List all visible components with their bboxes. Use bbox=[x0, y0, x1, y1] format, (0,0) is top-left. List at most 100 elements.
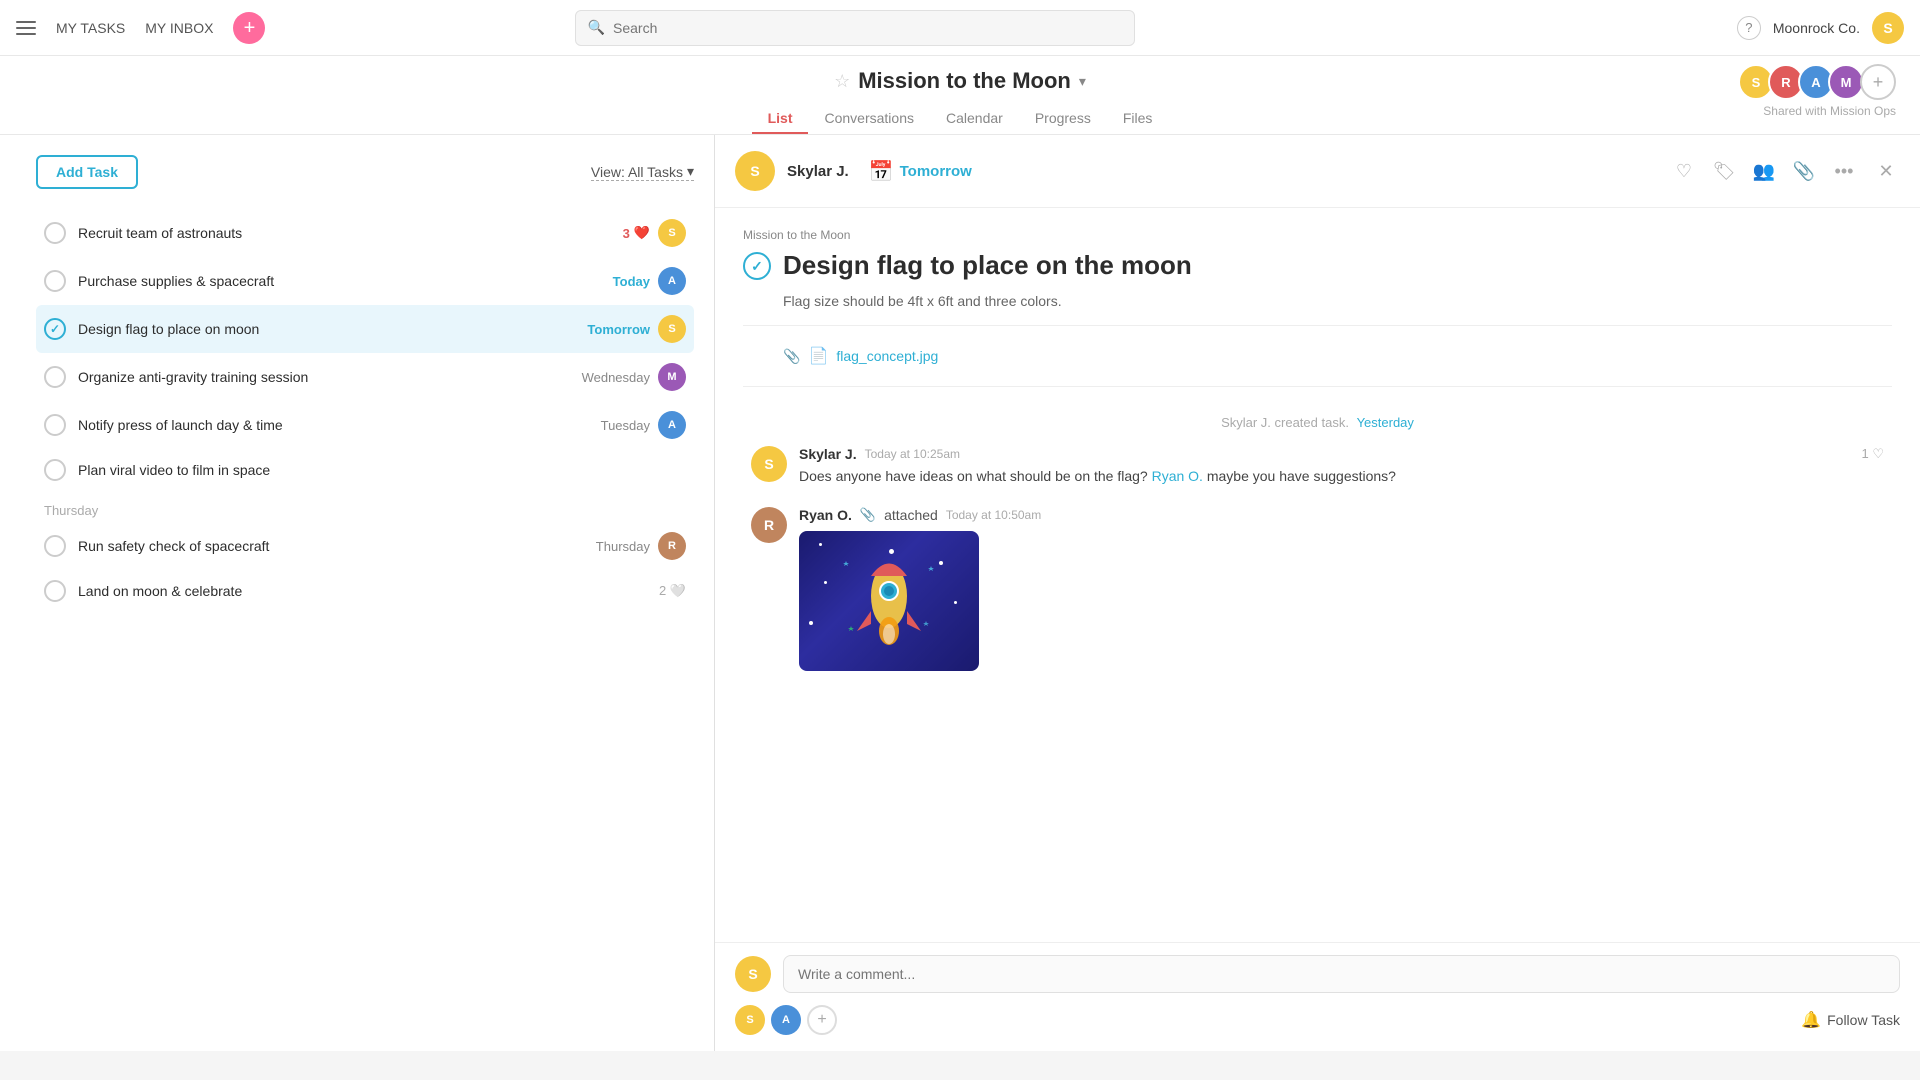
msg-likes-1[interactable]: 1 ♡ bbox=[1862, 446, 1885, 462]
task-checkbox-7[interactable] bbox=[44, 535, 66, 557]
more-action-button[interactable]: ••• bbox=[1828, 155, 1860, 187]
rocket-svg bbox=[829, 546, 949, 656]
member-avatar-4[interactable]: M bbox=[1828, 64, 1864, 100]
nav-left: MY TASKS MY INBOX + bbox=[16, 12, 265, 44]
search-bar[interactable]: 🔍 bbox=[575, 10, 1135, 46]
comment-followers: S A + bbox=[735, 1005, 837, 1035]
task-checkbox-1[interactable] bbox=[44, 222, 66, 244]
calendar-icon: 📅 bbox=[869, 159, 894, 184]
search-icon: 🔍 bbox=[588, 19, 605, 36]
task-checkbox-4[interactable] bbox=[44, 366, 66, 388]
add-follower-button[interactable]: + bbox=[807, 1005, 837, 1035]
tab-progress[interactable]: Progress bbox=[1019, 102, 1107, 134]
task-checkbox-5[interactable] bbox=[44, 414, 66, 436]
task-meta-8: 2 🤍 bbox=[659, 583, 686, 599]
detail-task-title: Design flag to place on the moon bbox=[783, 250, 1192, 281]
task-item[interactable]: Run safety check of spacecraft Thursday … bbox=[36, 522, 694, 570]
task-date-4: Wednesday bbox=[582, 370, 650, 385]
task-checkbox-3[interactable] bbox=[44, 318, 66, 340]
top-nav: MY TASKS MY INBOX + 🔍 ? Moonrock Co. S bbox=[0, 0, 1920, 56]
task-date-5: Tuesday bbox=[601, 418, 650, 433]
task-item[interactable]: Organize anti-gravity training session W… bbox=[36, 353, 694, 401]
view-filter-chevron: ▾ bbox=[687, 163, 694, 180]
task-item[interactable]: Recruit team of astronauts 3 ❤️ S bbox=[36, 209, 694, 257]
task-checkbox-6[interactable] bbox=[44, 459, 66, 481]
detail-task-check[interactable] bbox=[743, 252, 771, 280]
msg-content-1: Skylar J. Today at 10:25am 1 ♡ Does anyo… bbox=[799, 446, 1884, 487]
view-filter-label: View: All Tasks bbox=[591, 164, 683, 180]
add-member-button[interactable]: + bbox=[1860, 64, 1896, 100]
msg-header-1: Skylar J. Today at 10:25am 1 ♡ bbox=[799, 446, 1884, 462]
task-meta-5: Tuesday A bbox=[601, 411, 686, 439]
detail-due[interactable]: 📅 Tomorrow bbox=[869, 159, 972, 184]
org-name: Moonrock Co. bbox=[1773, 20, 1860, 36]
task-list-panel: Add Task View: All Tasks ▾ Recruit team … bbox=[0, 135, 715, 1051]
user-avatar[interactable]: S bbox=[1872, 12, 1904, 44]
task-item[interactable]: Land on moon & celebrate 2 🤍 bbox=[36, 570, 694, 612]
task-checkbox-2[interactable] bbox=[44, 270, 66, 292]
my-inbox-link[interactable]: MY INBOX bbox=[145, 20, 213, 36]
main-content: Add Task View: All Tasks ▾ Recruit team … bbox=[0, 135, 1920, 1051]
detail-header: S Skylar J. 📅 Tomorrow ♡ 🏷 👥 📎 ••• ✕ bbox=[715, 135, 1920, 208]
hamburger-menu[interactable] bbox=[16, 21, 36, 35]
task-name-5: Notify press of launch day & time bbox=[78, 417, 589, 433]
add-task-button[interactable]: Add Task bbox=[36, 155, 138, 189]
member-avatars: S R A M + bbox=[1738, 64, 1896, 100]
tab-list[interactable]: List bbox=[752, 102, 809, 134]
heart-action-button[interactable]: ♡ bbox=[1668, 155, 1700, 187]
detail-task-desc: Flag size should be 4ft x 6ft and three … bbox=[783, 293, 1892, 309]
comment-footer: S S A + 🔔 Follow Task bbox=[715, 942, 1920, 1051]
task-item[interactable]: Notify press of launch day & time Tuesda… bbox=[36, 401, 694, 449]
task-date-7: Thursday bbox=[596, 539, 650, 554]
shared-label: Shared with Mission Ops bbox=[1763, 104, 1896, 118]
task-name-3: Design flag to place on moon bbox=[78, 321, 575, 337]
commenter-avatar: S bbox=[735, 956, 771, 992]
add-button[interactable]: + bbox=[233, 12, 265, 44]
star-icon[interactable]: ☆ bbox=[834, 71, 850, 92]
follow-task-label: Follow Task bbox=[1827, 1012, 1900, 1028]
task-name-4: Organize anti-gravity training session bbox=[78, 369, 570, 385]
project-header: ☆ Mission to the Moon ▾ List Conversatio… bbox=[0, 56, 1920, 135]
tab-conversations[interactable]: Conversations bbox=[808, 102, 930, 134]
search-input[interactable] bbox=[613, 20, 1122, 36]
task-item[interactable]: Purchase supplies & spacecraft Today A bbox=[36, 257, 694, 305]
mention-ryan[interactable]: Ryan O. bbox=[1152, 468, 1203, 484]
task-likes-1[interactable]: 3 ❤️ bbox=[623, 225, 650, 241]
task-meta-4: Wednesday M bbox=[582, 363, 686, 391]
detail-assignee-avatar[interactable]: S bbox=[735, 151, 775, 191]
msg-text-1: Does anyone have ideas on what should be… bbox=[799, 466, 1884, 487]
help-button[interactable]: ? bbox=[1737, 16, 1761, 40]
task-item[interactable]: Plan viral video to film in space bbox=[36, 449, 694, 491]
view-filter[interactable]: View: All Tasks ▾ bbox=[591, 163, 694, 181]
rocket-attachment[interactable] bbox=[799, 531, 979, 671]
detail-body: Mission to the Moon Design flag to place… bbox=[715, 208, 1920, 942]
close-detail-button[interactable]: ✕ bbox=[1872, 157, 1900, 185]
msg-content-2: Ryan O. 📎 attached Today at 10:50am bbox=[799, 507, 1884, 671]
task-assignee-4: M bbox=[658, 363, 686, 391]
attachment-link[interactable]: flag_concept.jpg bbox=[836, 348, 938, 364]
follow-task-button[interactable]: 🔔 Follow Task bbox=[1801, 1010, 1900, 1030]
task-likes-8[interactable]: 2 🤍 bbox=[659, 583, 686, 599]
msg-time-1: Today at 10:25am bbox=[865, 447, 960, 461]
project-chevron-icon[interactable]: ▾ bbox=[1079, 73, 1086, 90]
message-item-2: R Ryan O. 📎 attached Today at 10:50am bbox=[743, 507, 1892, 671]
assign-action-button[interactable]: 👥 bbox=[1748, 155, 1780, 187]
detail-project-label: Mission to the Moon bbox=[743, 228, 1892, 242]
comment-input[interactable] bbox=[783, 955, 1900, 993]
my-tasks-link[interactable]: MY TASKS bbox=[56, 20, 125, 36]
msg-avatar-ryan: R bbox=[751, 507, 787, 543]
conversations-section: Skylar J. created task. Yesterday S Skyl… bbox=[743, 399, 1892, 671]
nav-right: ? Moonrock Co. S bbox=[1737, 12, 1904, 44]
task-name-7: Run safety check of spacecraft bbox=[78, 538, 584, 554]
paperclip-icon: 📎 bbox=[783, 348, 800, 365]
task-name-6: Plan viral video to film in space bbox=[78, 462, 674, 478]
tag-action-button[interactable]: 🏷 bbox=[1708, 155, 1740, 187]
attachment-action-button[interactable]: 📎 bbox=[1788, 155, 1820, 187]
created-label: Skylar J. created task. Yesterday bbox=[743, 407, 1892, 446]
tab-calendar[interactable]: Calendar bbox=[930, 102, 1019, 134]
task-checkbox-8[interactable] bbox=[44, 580, 66, 602]
thursday-divider: Thursday bbox=[36, 491, 694, 522]
task-item-active[interactable]: Design flag to place on moon Tomorrow S bbox=[36, 305, 694, 353]
tab-files[interactable]: Files bbox=[1107, 102, 1169, 134]
detail-due-text[interactable]: Tomorrow bbox=[900, 163, 972, 180]
